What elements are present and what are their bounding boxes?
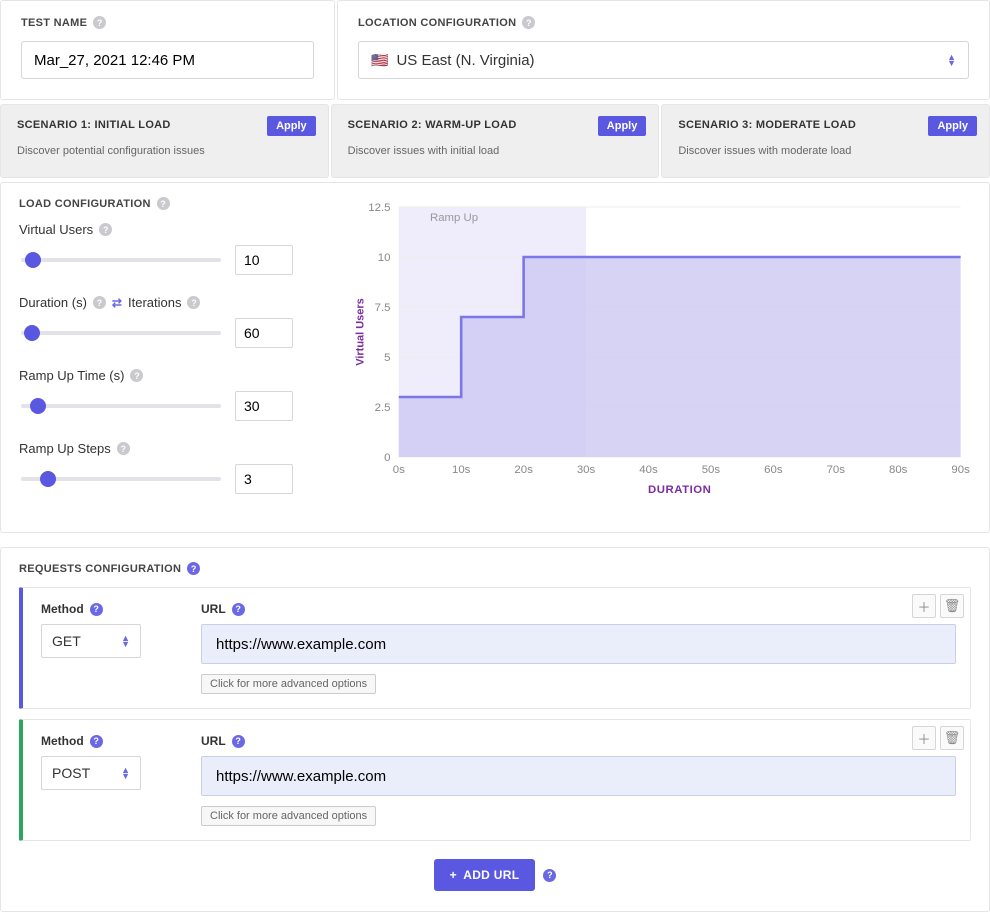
advanced-options-button[interactable]: Click for more advanced options: [201, 806, 376, 826]
scenario-card-1: SCENARIO 1: INITIAL LOADDiscover potenti…: [0, 104, 329, 178]
advanced-options-button[interactable]: Click for more advanced options: [201, 674, 376, 694]
scenario-desc: Discover potential configuration issues: [17, 145, 312, 157]
add-icon[interactable]: ＋: [912, 726, 936, 750]
svg-text:7.5: 7.5: [375, 302, 391, 314]
duration-input[interactable]: [235, 318, 293, 348]
scenario-card-2: SCENARIO 2: WARM-UP LOADDiscover issues …: [331, 104, 660, 178]
svg-text:50s: 50s: [702, 464, 721, 476]
location-value: US East (N. Virginia): [396, 52, 534, 69]
rampup-steps-slider[interactable]: [21, 477, 221, 481]
svg-text:10: 10: [378, 252, 391, 264]
rampup-time-slider[interactable]: [21, 404, 221, 408]
svg-text:80s: 80s: [889, 464, 908, 476]
svg-text:2.5: 2.5: [375, 402, 391, 414]
help-icon[interactable]: ?: [232, 603, 245, 616]
svg-text:0: 0: [384, 452, 390, 464]
help-icon[interactable]: ?: [187, 296, 200, 309]
help-icon[interactable]: ?: [93, 296, 106, 309]
svg-text:5: 5: [384, 352, 390, 364]
method-label: Method ?: [41, 602, 181, 616]
svg-text:30s: 30s: [577, 464, 596, 476]
svg-text:90s: 90s: [951, 464, 970, 476]
method-select[interactable]: GET ▲▼: [41, 624, 141, 658]
svg-text:0s: 0s: [393, 464, 405, 476]
url-label: URL ?: [201, 734, 956, 748]
load-config-header-text: LOAD CONFIGURATION: [19, 198, 151, 210]
duration-label: Duration (s) ? ⇄ Iterations ?: [19, 295, 319, 310]
svg-text:60s: 60s: [764, 464, 783, 476]
help-icon[interactable]: ?: [130, 369, 143, 382]
test-name-header-text: TEST NAME: [21, 17, 87, 29]
scenarios-row: SCENARIO 1: INITIAL LOADDiscover potenti…: [0, 104, 990, 178]
help-icon[interactable]: ?: [543, 869, 556, 882]
load-config-header: LOAD CONFIGURATION ?: [19, 197, 319, 210]
method-label: Method ?: [41, 734, 181, 748]
svg-text:Virtual Users: Virtual Users: [354, 298, 366, 366]
scenario-desc: Discover issues with initial load: [348, 145, 643, 157]
svg-text:70s: 70s: [827, 464, 846, 476]
virtual-users-input[interactable]: [235, 245, 293, 275]
location-header: LOCATION CONFIGURATION ?: [358, 16, 969, 29]
trash-icon[interactable]: 🗑: [940, 594, 964, 618]
swap-icon[interactable]: ⇄: [112, 296, 122, 310]
request-item-1: ＋🗑 Method ? GET ▲▼ URL ? Click for more advan…: [19, 587, 971, 709]
method-select[interactable]: POST ▲▼: [41, 756, 141, 790]
scenario-card-3: SCENARIO 3: MODERATE LOADDiscover issues…: [661, 104, 990, 178]
requests-header-text: REQUESTS CONFIGURATION: [19, 563, 181, 575]
help-icon[interactable]: ?: [93, 16, 106, 29]
test-name-input[interactable]: [21, 41, 314, 79]
add-icon[interactable]: ＋: [912, 594, 936, 618]
apply-button[interactable]: Apply: [267, 116, 316, 136]
svg-text:Ramp Up: Ramp Up: [430, 212, 478, 224]
test-name-header: TEST NAME ?: [21, 16, 314, 29]
rampup-steps-input[interactable]: [235, 464, 293, 494]
method-value: GET: [52, 633, 81, 649]
svg-text:DURATION: DURATION: [648, 484, 711, 496]
chevron-updown-icon: ▲▼: [121, 635, 130, 647]
help-icon[interactable]: ?: [157, 197, 170, 210]
help-icon[interactable]: ?: [522, 16, 535, 29]
scenario-desc: Discover issues with moderate load: [678, 145, 973, 157]
request-item-2: ＋🗑 Method ? POST ▲▼ URL ? Click for more adva…: [19, 719, 971, 841]
url-input[interactable]: [201, 624, 956, 664]
location-select[interactable]: 🇺🇸 US East (N. Virginia) ▲▼: [358, 41, 969, 79]
apply-button[interactable]: Apply: [928, 116, 977, 136]
svg-text:12.5: 12.5: [368, 202, 390, 214]
location-header-text: LOCATION CONFIGURATION: [358, 17, 516, 29]
virtual-users-slider[interactable]: [21, 258, 221, 262]
trash-icon[interactable]: 🗑: [940, 726, 964, 750]
svg-text:10s: 10s: [452, 464, 471, 476]
chevron-updown-icon: ▲▼: [121, 767, 130, 779]
rampup-steps-label: Ramp Up Steps ?: [19, 441, 319, 456]
svg-text:20s: 20s: [514, 464, 533, 476]
url-input[interactable]: [201, 756, 956, 796]
chevron-updown-icon: ▲▼: [947, 54, 956, 66]
test-name-card: TEST NAME ?: [0, 0, 335, 100]
help-icon[interactable]: ?: [117, 442, 130, 455]
requests-header: REQUESTS CONFIGURATION ?: [19, 562, 971, 575]
help-icon[interactable]: ?: [232, 735, 245, 748]
duration-slider[interactable]: [21, 331, 221, 335]
load-config-card: LOAD CONFIGURATION ? Virtual Users ? Dur…: [0, 182, 990, 533]
help-icon[interactable]: ?: [90, 603, 103, 616]
help-icon[interactable]: ?: [90, 735, 103, 748]
rampup-time-input[interactable]: [235, 391, 293, 421]
url-label: URL ?: [201, 602, 956, 616]
virtual-users-label: Virtual Users ?: [19, 222, 319, 237]
apply-button[interactable]: Apply: [598, 116, 647, 136]
load-chart: 0 2.5 5 7.5 10 12.5 0s 10s 20s 30s 40s 50s 60s 70s 80s…: [349, 197, 971, 497]
help-icon[interactable]: ?: [99, 223, 112, 236]
help-icon[interactable]: ?: [187, 562, 200, 575]
method-value: POST: [52, 765, 90, 781]
add-url-button[interactable]: + ADD URL: [434, 859, 536, 891]
flag-icon: 🇺🇸: [371, 52, 388, 69]
requests-card: REQUESTS CONFIGURATION ? ＋🗑Method ?GET▲▼…: [0, 547, 990, 912]
svg-text:40s: 40s: [639, 464, 658, 476]
rampup-time-label: Ramp Up Time (s) ?: [19, 368, 319, 383]
location-card: LOCATION CONFIGURATION ? 🇺🇸 US East (N. …: [337, 0, 990, 100]
